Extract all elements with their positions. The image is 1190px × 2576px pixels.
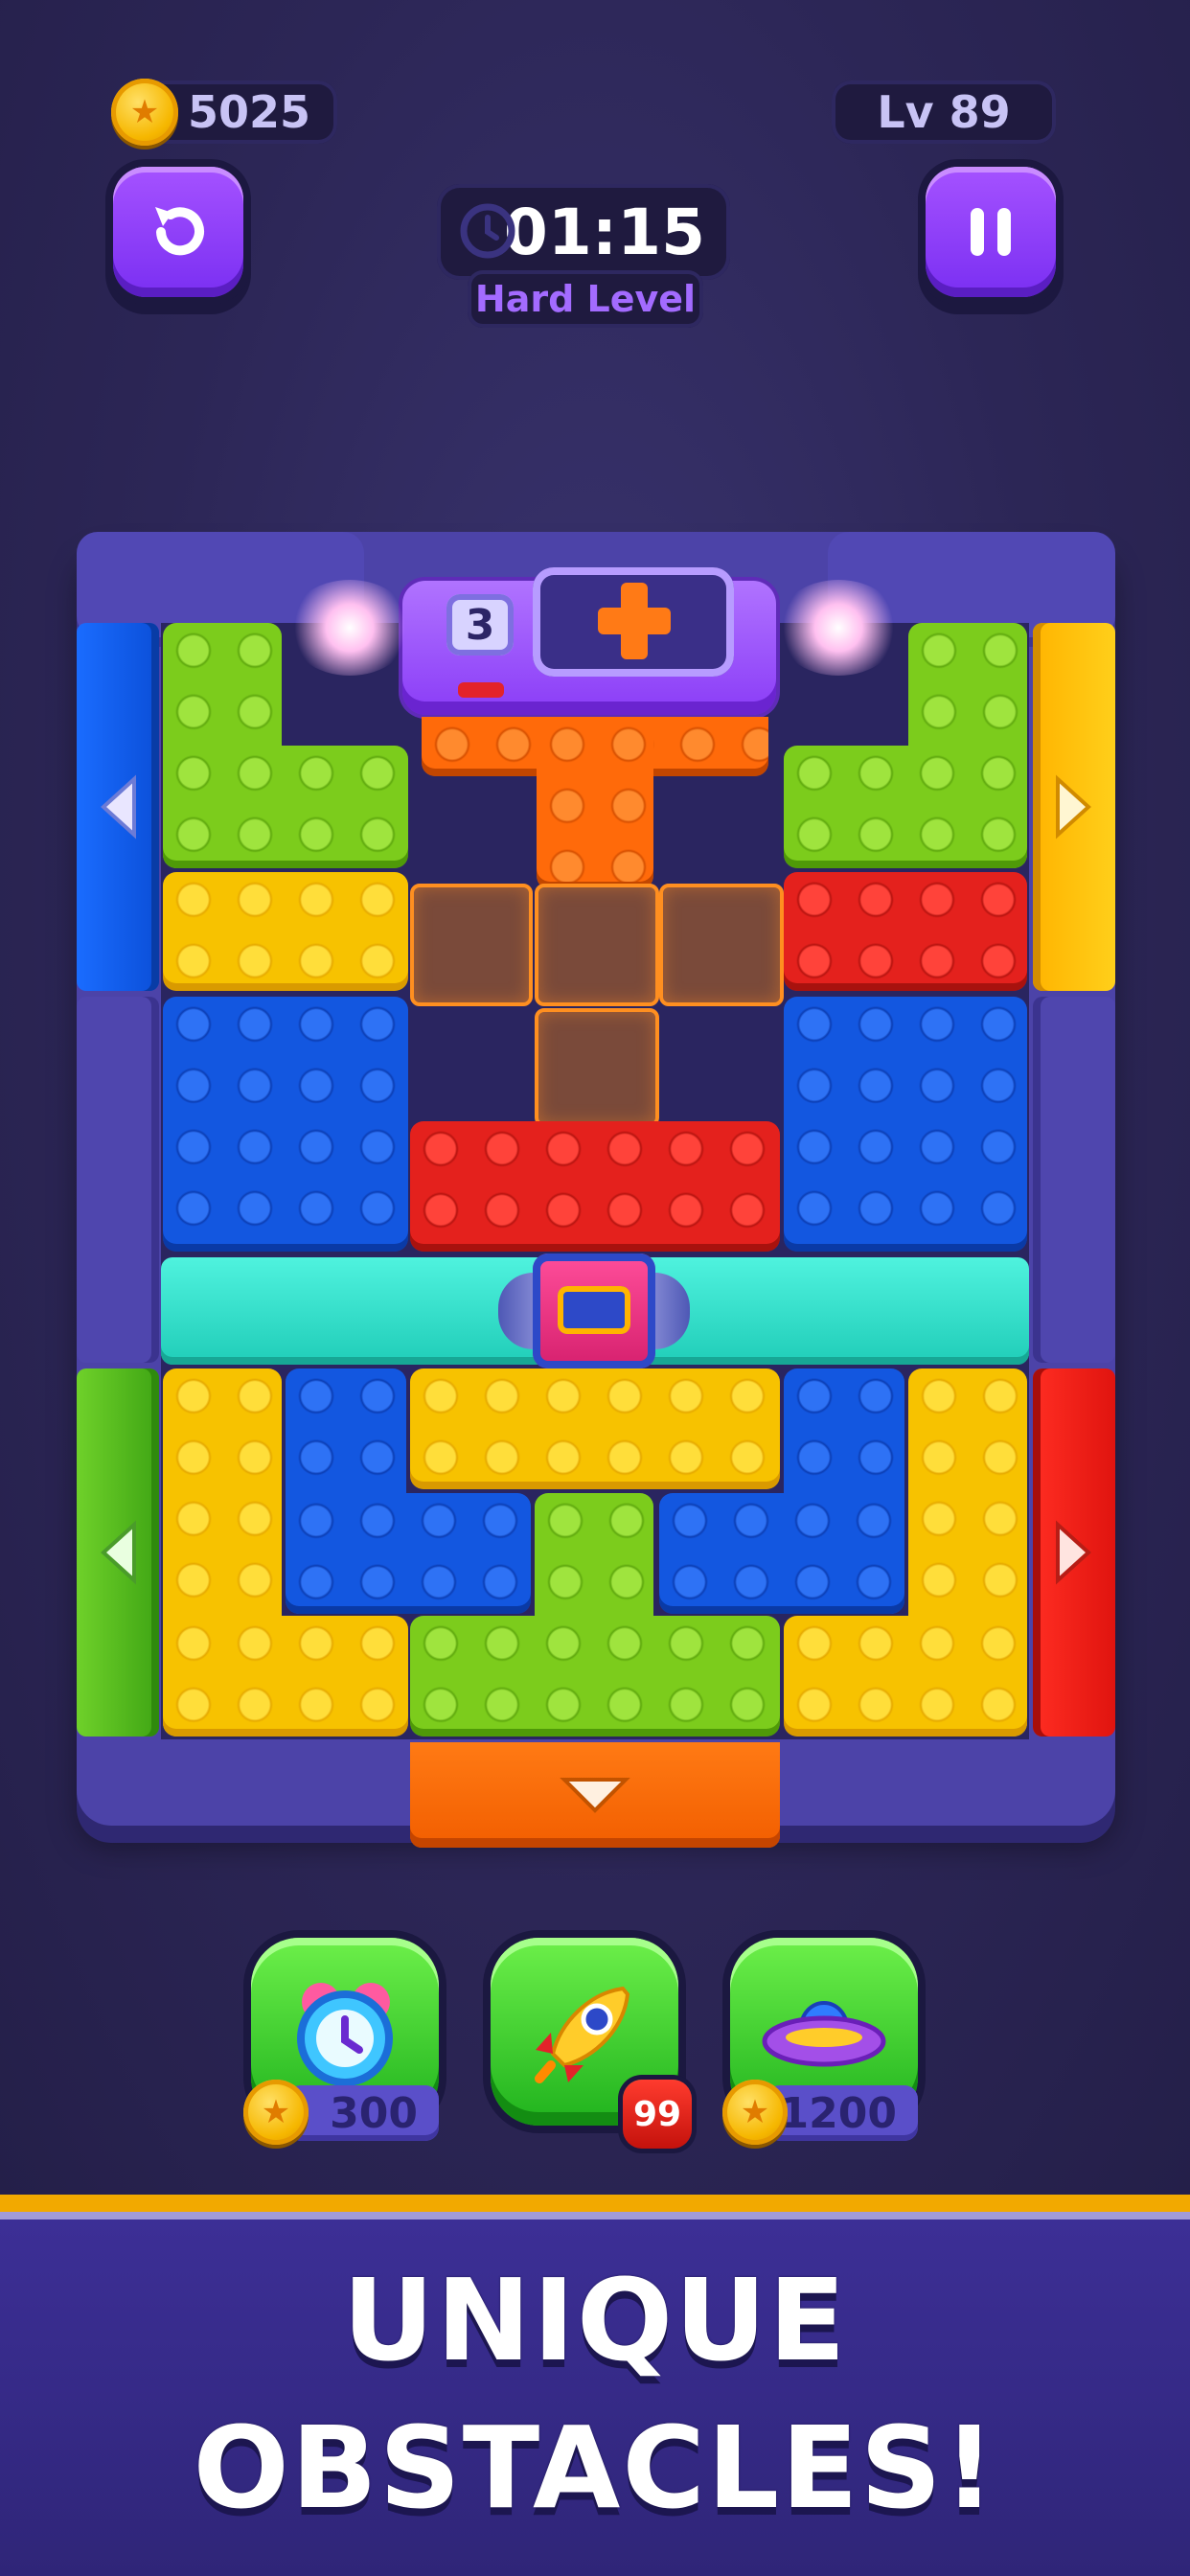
exit-gate-blue-left[interactable] xyxy=(77,623,159,991)
level-label: Lv 89 xyxy=(877,86,1011,138)
green-block-top-left-foot[interactable] xyxy=(163,746,408,868)
yellow-block-bottom-middle[interactable] xyxy=(410,1368,780,1489)
exit-gate-green-left[interactable] xyxy=(77,1368,159,1736)
target-cell xyxy=(535,1008,659,1127)
coin-icon: ★ xyxy=(111,79,178,146)
booster-rocket-count: 99 xyxy=(632,2094,682,2134)
booster-ufo-price-value: 1200 xyxy=(779,2088,897,2138)
exit-gate-red-right[interactable] xyxy=(1033,1368,1115,1736)
blue-block-bottom-left-foot[interactable] xyxy=(286,1493,531,1614)
exit-gate-purple-left xyxy=(77,997,159,1363)
lock-indicator-light xyxy=(458,682,504,698)
exit-gate-orange-bottom[interactable] xyxy=(410,1742,780,1848)
difficulty-badge: Hard Level xyxy=(468,270,703,328)
red-block-right[interactable] xyxy=(784,872,1027,991)
rocket-icon xyxy=(535,1986,630,2083)
ufo-icon xyxy=(762,2001,886,2067)
drill-obstacle xyxy=(498,1254,690,1368)
arrow-right-icon xyxy=(1056,774,1091,840)
pause-icon xyxy=(971,208,1011,256)
lock-target-display xyxy=(533,567,734,677)
target-cell xyxy=(410,884,533,1006)
lock-counter-value: 3 xyxy=(465,600,495,650)
coin-icon: ★ xyxy=(722,2080,788,2145)
coin-amount: 5025 xyxy=(187,86,310,138)
blue-block-mid-right[interactable] xyxy=(784,997,1027,1252)
banner-headline-line2: OBSTACLES! xyxy=(193,2402,997,2534)
booster-clock-price-value: 300 xyxy=(330,2088,418,2138)
booster-ufo-price: 1200 xyxy=(767,2085,918,2141)
yellow-block-bottom-right-foot[interactable] xyxy=(784,1616,1027,1736)
timer-value: 01:15 xyxy=(503,195,705,269)
green-t-block-base[interactable] xyxy=(410,1616,780,1736)
banner-stripe-gold xyxy=(0,2195,1190,2212)
coin-icon: ★ xyxy=(243,2080,309,2145)
spark-left xyxy=(287,580,412,676)
yellow-block-left[interactable] xyxy=(163,872,408,991)
level-indicator: Lv 89 xyxy=(832,80,1056,144)
arrow-right-icon xyxy=(1056,1520,1091,1585)
blue-block-mid-left[interactable] xyxy=(163,997,408,1252)
green-block-top-right-foot[interactable] xyxy=(784,746,1027,868)
banner-headline-line1: UNIQUE xyxy=(342,2254,848,2386)
alarm-clock-icon xyxy=(297,1983,393,2086)
lock-counter: 3 xyxy=(446,594,514,656)
arrow-down-icon xyxy=(560,1778,630,1813)
arrow-left-icon xyxy=(101,1520,136,1585)
exit-gate-yellow-right[interactable] xyxy=(1033,623,1115,991)
undo-button[interactable] xyxy=(113,167,243,297)
undo-icon xyxy=(155,207,204,256)
clock-icon xyxy=(460,203,515,259)
banner-stripe-light xyxy=(0,2212,1190,2220)
blue-block-bottom-right-foot[interactable] xyxy=(659,1493,904,1614)
booster-rocket-badge: 99 xyxy=(623,2080,692,2149)
yellow-block-bottom-left-foot[interactable] xyxy=(163,1616,408,1736)
drill-window xyxy=(558,1286,630,1334)
arrow-left-icon xyxy=(101,774,136,840)
red-block-middle[interactable] xyxy=(410,1121,780,1252)
target-cell xyxy=(659,884,784,1006)
difficulty-label: Hard Level xyxy=(474,278,697,320)
booster-clock-price: 300 xyxy=(287,2085,439,2141)
orange-t-block-stem[interactable] xyxy=(537,717,653,889)
target-cell xyxy=(535,884,659,1006)
plus-shape-icon xyxy=(598,583,671,659)
pause-button[interactable] xyxy=(926,167,1056,297)
exit-gate-purple-right xyxy=(1033,997,1115,1363)
spark-right xyxy=(776,580,901,676)
